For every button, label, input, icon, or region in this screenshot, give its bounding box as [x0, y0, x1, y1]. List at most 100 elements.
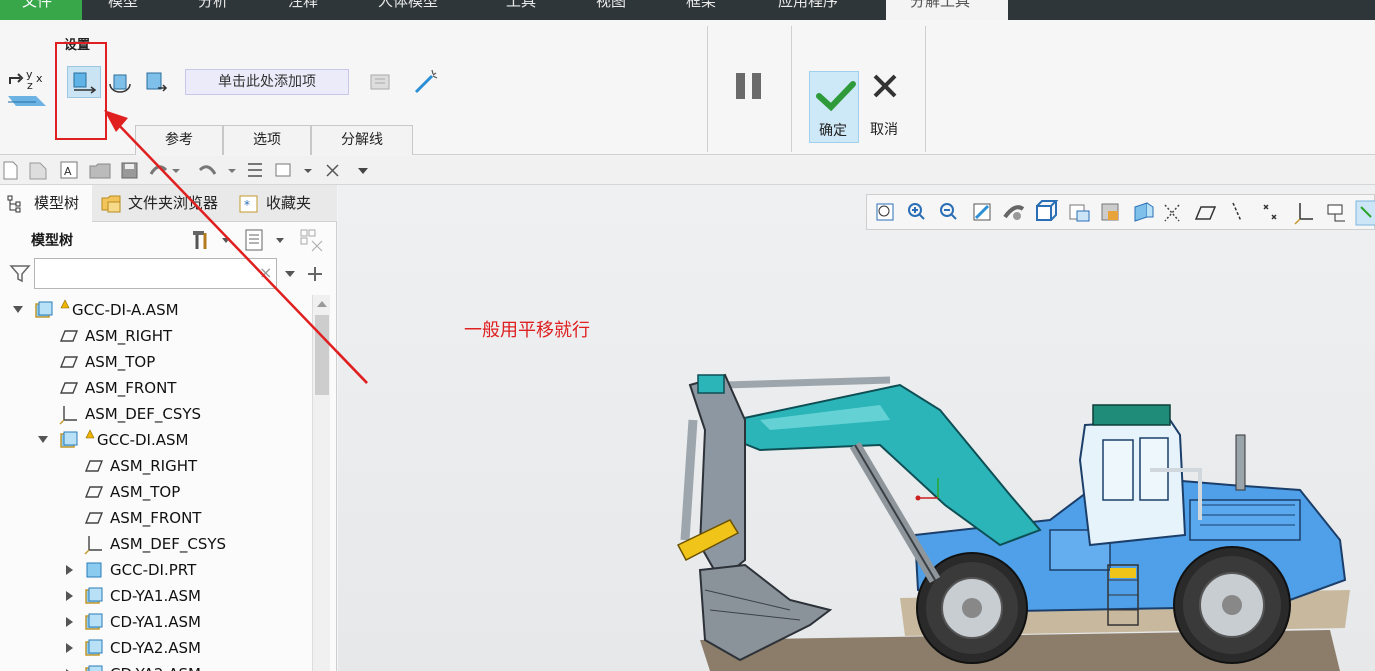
- annotation-display-icon[interactable]: [1327, 204, 1345, 222]
- tab-annotate[interactable]: 注释: [270, 0, 350, 20]
- assembly-icon: [60, 431, 78, 448]
- filter-icon[interactable]: [9, 263, 31, 283]
- tree-item[interactable]: ASM_FRONT: [0, 375, 310, 401]
- subtab-references[interactable]: 参考: [135, 125, 223, 155]
- open-icon[interactable]: [29, 162, 47, 180]
- show-menu-button[interactable]: [243, 227, 289, 253]
- tab-manikin[interactable]: 人体模型: [360, 0, 470, 20]
- tree-item[interactable]: ASM_FRONT: [0, 505, 310, 531]
- scrollbar-thumb[interactable]: [315, 315, 329, 395]
- ribbon-separator: [707, 26, 708, 152]
- clear-search-icon[interactable]: ×: [259, 263, 272, 282]
- tab-view[interactable]: 视图: [580, 0, 660, 20]
- expand-icon[interactable]: [66, 617, 73, 627]
- tree-item[interactable]: CD-YA1.ASM: [0, 583, 310, 609]
- tree-item[interactable]: CD-YA2.ASM: [0, 635, 310, 661]
- tree-item[interactable]: ASM_DEF_CSYS: [0, 531, 310, 557]
- ok-label: 确定: [819, 123, 847, 139]
- text-icon[interactable]: A: [60, 161, 78, 179]
- tree-item[interactable]: ASM_TOP: [0, 479, 310, 505]
- undo-icon[interactable]: [149, 165, 180, 175]
- rotate-icon: [109, 74, 131, 93]
- pause-button[interactable]: [731, 70, 767, 102]
- windows-icon[interactable]: [275, 163, 312, 177]
- expand-icon[interactable]: [66, 591, 73, 601]
- csys-display-icon[interactable]: [1294, 203, 1313, 225]
- repaint-icon[interactable]: [973, 203, 991, 221]
- saved-orientations-icon[interactable]: [1036, 200, 1059, 221]
- ok-button[interactable]: 确定: [809, 71, 859, 143]
- zoom-in-icon[interactable]: [908, 203, 925, 220]
- tree-item[interactable]: ASM_RIGHT: [0, 323, 310, 349]
- tree-search-input[interactable]: [34, 258, 277, 289]
- tree-item[interactable]: GCC-DI-A.ASM: [0, 297, 310, 323]
- redo-icon[interactable]: [198, 165, 236, 175]
- refit-icon[interactable]: [876, 203, 894, 221]
- tree-item[interactable]: ASM_TOP: [0, 349, 310, 375]
- rotate-button[interactable]: [106, 70, 134, 98]
- tab-analysis[interactable]: 分析: [180, 0, 260, 20]
- save-icon[interactable]: [121, 162, 138, 179]
- tab-file[interactable]: 文件: [0, 0, 82, 20]
- collapse-icon[interactable]: [13, 306, 23, 313]
- display-style-icon[interactable]: [1101, 203, 1119, 221]
- panel-tab-folder-browser-label: 文件夹浏览器: [128, 194, 219, 212]
- tab-tools[interactable]: 工具: [490, 0, 570, 20]
- tab-explode-tool[interactable]: 分解工具: [886, 0, 1008, 20]
- tab-applications[interactable]: 应用程序: [760, 0, 870, 20]
- customize-dropdown-icon[interactable]: [358, 168, 368, 174]
- view-plane-button[interactable]: [142, 68, 170, 96]
- tree-scrollbar[interactable]: [312, 295, 330, 671]
- tree-settings-button[interactable]: [190, 227, 232, 253]
- excavator-model[interactable]: [338, 185, 1375, 671]
- csys-orient-icon[interactable]: y z x: [6, 68, 48, 118]
- expand-icon[interactable]: [66, 565, 73, 575]
- plane-display-icon[interactable]: [1194, 206, 1217, 220]
- tab-file-label: 文件: [22, 0, 53, 10]
- folder-icon[interactable]: [89, 163, 111, 179]
- regenerate-icon[interactable]: [248, 163, 262, 177]
- tree-item[interactable]: GCC-DI.ASM: [0, 427, 310, 453]
- explode-view-icon[interactable]: [1355, 200, 1375, 226]
- datum-display-icon[interactable]: [1164, 204, 1180, 222]
- tree-item[interactable]: ASM_DEF_CSYS: [0, 401, 310, 427]
- point-display-icon[interactable]: [1263, 204, 1277, 220]
- subtab-explode-lines[interactable]: 分解线: [311, 125, 413, 155]
- tree-item-label: CD-YA1.ASM: [110, 613, 201, 631]
- tree-item[interactable]: ASM_RIGHT: [0, 453, 310, 479]
- tab-framework[interactable]: 框架: [668, 0, 748, 20]
- panel-tab-folder-browser[interactable]: 文件夹浏览器: [98, 185, 230, 222]
- zoom-out-icon[interactable]: [940, 203, 957, 220]
- tree-item[interactable]: CD-YA2.ASM: [0, 661, 310, 671]
- tree-item-label: ASM_FRONT: [110, 509, 202, 527]
- annotation-text: 一般用平移就行: [464, 320, 590, 341]
- part-icon: [86, 562, 102, 578]
- axis-display-icon[interactable]: [1232, 202, 1242, 222]
- view-manager-icon[interactable]: [1069, 204, 1090, 222]
- expand-icon[interactable]: [66, 643, 73, 653]
- motion-reference-button[interactable]: [368, 70, 394, 94]
- subtab-options[interactable]: 选项: [223, 125, 311, 155]
- datum-plane-icon: [59, 382, 79, 394]
- collapse-icon[interactable]: [38, 436, 48, 443]
- tree-filter-disabled-button[interactable]: [298, 227, 326, 253]
- graphics-window[interactable]: [338, 185, 1375, 671]
- add-icon[interactable]: [306, 265, 324, 283]
- add-item-collector[interactable]: 单击此处添加项: [185, 69, 349, 95]
- search-dropdown-icon[interactable]: [283, 269, 297, 279]
- scroll-up-icon[interactable]: [313, 297, 331, 311]
- tree-item[interactable]: GCC-DI.PRT: [0, 557, 310, 583]
- tree-columns-icon: [300, 229, 323, 252]
- spin-center-icon[interactable]: [1003, 205, 1025, 220]
- close-window-icon[interactable]: [326, 164, 339, 177]
- tab-model[interactable]: 模型: [90, 0, 170, 20]
- tree-item-label: ASM_FRONT: [85, 379, 177, 397]
- wand-button[interactable]: [412, 67, 440, 95]
- panel-tab-favorites[interactable]: * 收藏夹: [234, 185, 324, 222]
- panel-tab-model-tree[interactable]: 模型树: [0, 185, 92, 222]
- tree-item[interactable]: CD-YA1.ASM: [0, 609, 310, 635]
- perspective-icon[interactable]: [1134, 202, 1154, 222]
- datum-plane-icon: [59, 330, 79, 342]
- new-file-icon[interactable]: [3, 161, 18, 180]
- cancel-button[interactable]: 取消: [862, 71, 908, 143]
